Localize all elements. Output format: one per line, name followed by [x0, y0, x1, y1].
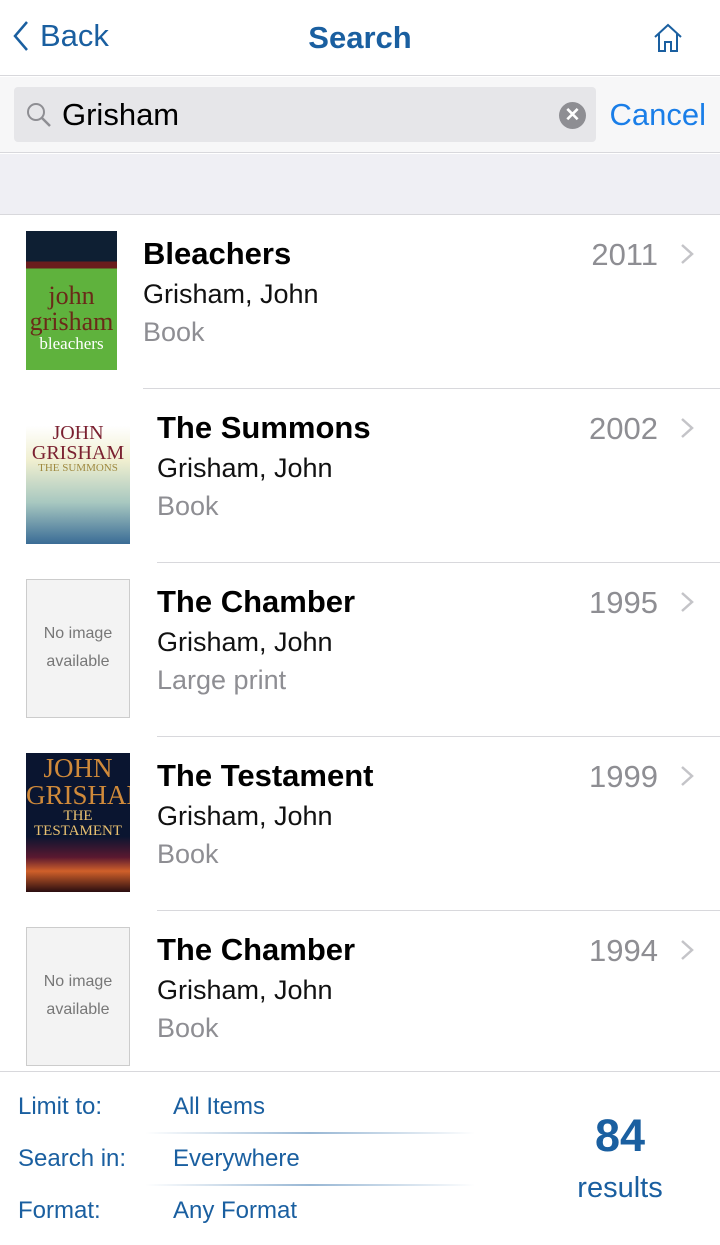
- result-count-label: results: [577, 1172, 663, 1204]
- cover-lettering: THE SUMMONS: [38, 462, 118, 474]
- search-field[interactable]: ✕: [14, 87, 596, 142]
- results-list[interactable]: john grisham bleachers Bleachers Grisham, J…: [0, 215, 720, 1071]
- cover-lettering: THE TESTAMENT: [34, 808, 122, 839]
- result-title: The Testament: [157, 758, 374, 793]
- result-format: Book: [143, 317, 205, 347]
- divider: [145, 1184, 475, 1186]
- placeholder-text: available: [46, 653, 110, 670]
- book-cover-image: john grisham bleachers: [26, 231, 117, 370]
- search-bar: ✕ Cancel: [0, 77, 720, 153]
- cover-lettering: JOHN: [43, 753, 113, 783]
- result-format: Large print: [157, 665, 287, 695]
- navigation-bar: Back Search: [0, 0, 720, 76]
- chevron-right-icon: [681, 940, 694, 960]
- format-filter[interactable]: Format: Any Format: [18, 1197, 478, 1237]
- chevron-right-icon: [681, 418, 694, 438]
- result-row[interactable]: No image available The Chamber Grisham, J…: [0, 563, 720, 737]
- chevron-right-icon: [681, 244, 694, 264]
- filter-value: Any Format: [173, 1197, 298, 1224]
- chevron-right-icon: [681, 766, 694, 786]
- filter-value: All Items: [173, 1093, 266, 1120]
- result-year: 1995: [589, 585, 658, 620]
- result-format: Book: [157, 839, 219, 869]
- result-title: The Summons: [157, 410, 371, 445]
- result-count: 84: [594, 1110, 646, 1161]
- no-image-placeholder: No image available: [26, 579, 130, 718]
- cover-lettering: JOHN: [52, 422, 104, 444]
- clear-icon[interactable]: ✕: [559, 102, 586, 129]
- result-year: 2011: [591, 237, 658, 272]
- divider: [145, 1132, 475, 1134]
- result-row[interactable]: john grisham bleachers Bleachers Grisham, J…: [0, 215, 720, 389]
- filter-label: Search in:: [18, 1145, 127, 1172]
- book-cover-image: JOHNGRISHAMTHE TESTAMENT: [26, 753, 130, 892]
- book-cover-image: JOHN GRISHAM THE SUMMONS: [26, 405, 130, 544]
- cover-lettering: GRISHAM: [31, 442, 125, 464]
- filter-label: Limit to:: [18, 1093, 103, 1120]
- result-author: Grisham, John: [157, 975, 333, 1005]
- result-author: Grisham, John: [157, 801, 333, 831]
- page-title: Search: [308, 20, 412, 55]
- result-row[interactable]: JOHNGRISHAMTHE TESTAMENT The Testament Gr…: [0, 737, 720, 911]
- search-input[interactable]: [62, 87, 542, 142]
- placeholder-text: No image: [43, 973, 113, 990]
- result-row[interactable]: No image available The Chamber Grisham, J…: [0, 911, 720, 1071]
- search-options-panel: Limit to: All Items Search in: Everywher…: [0, 1071, 720, 1245]
- result-author: Grisham, John: [157, 453, 333, 483]
- cover-lettering: grisham: [29, 307, 114, 336]
- chevron-right-icon: [681, 592, 694, 612]
- home-icon[interactable]: [652, 22, 684, 54]
- result-title: The Chamber: [157, 932, 356, 967]
- section-spacer: [0, 154, 720, 215]
- cover-lettering: john: [48, 281, 95, 310]
- placeholder-text: No image: [43, 625, 113, 642]
- search-in-filter[interactable]: Search in: Everywhere: [18, 1145, 478, 1185]
- no-image-placeholder: No image available: [26, 927, 130, 1066]
- result-format: Book: [157, 1013, 219, 1043]
- result-author: Grisham, John: [157, 627, 333, 657]
- result-title: The Chamber: [157, 584, 356, 619]
- search-icon: [27, 103, 51, 127]
- result-year: 1999: [589, 759, 658, 794]
- result-row[interactable]: JOHN GRISHAM THE SUMMONS The Summons Grisha…: [0, 389, 720, 563]
- placeholder-text: available: [46, 1001, 110, 1018]
- cancel-button[interactable]: Cancel: [610, 97, 707, 133]
- filter-value: Everywhere: [173, 1145, 300, 1172]
- cover-lettering: bleachers: [39, 334, 104, 353]
- result-title: Bleachers: [143, 236, 292, 271]
- result-year: 1994: [589, 933, 658, 968]
- result-author: Grisham, John: [143, 279, 319, 309]
- cover-lettering: GRISHAM: [26, 780, 130, 810]
- filter-label: Format:: [18, 1197, 101, 1224]
- result-format: Book: [157, 491, 219, 521]
- limit-to-filter[interactable]: Limit to: All Items: [18, 1093, 478, 1133]
- result-year: 2002: [589, 411, 658, 446]
